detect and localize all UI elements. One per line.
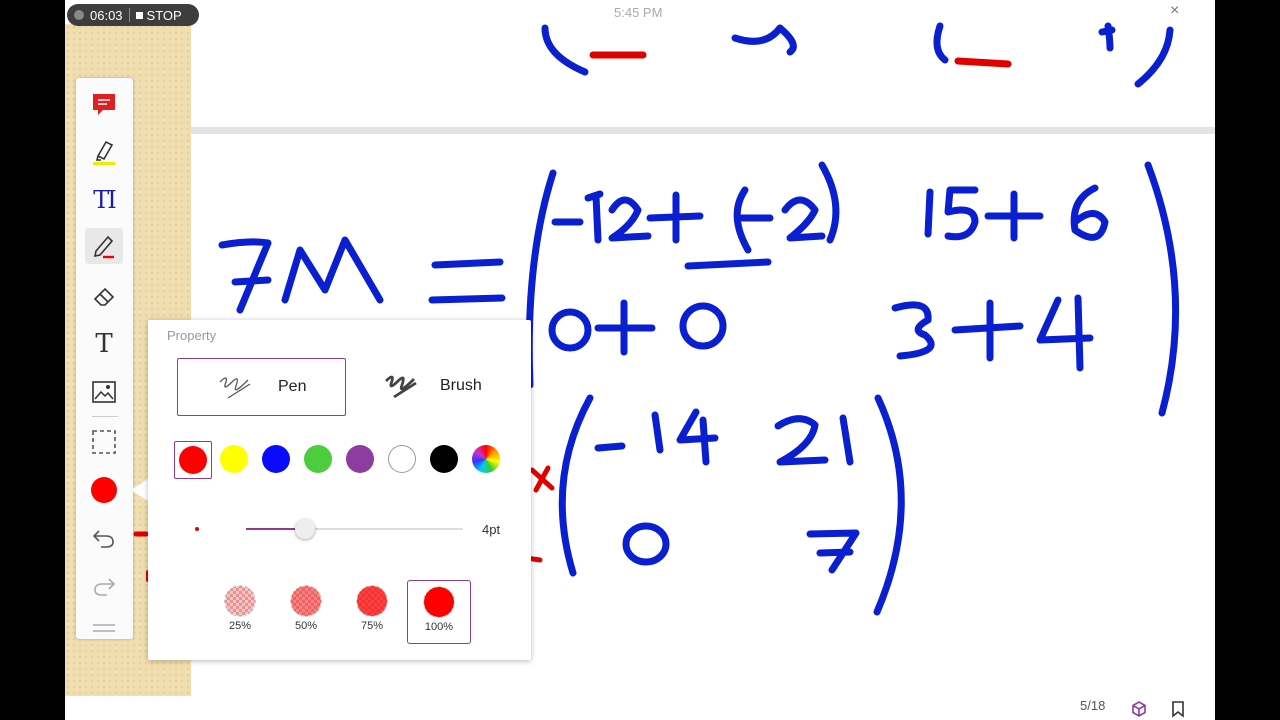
pen-tool[interactable] [85,228,123,264]
more-button[interactable] [85,610,123,646]
page-counter: 5/18 [1080,698,1106,713]
color-swatch-fill [304,445,332,473]
bookmark-icon[interactable] [1170,700,1186,718]
opacity-swatch-fill [291,586,321,616]
color-swatch-fill [388,445,416,473]
panel-title: Property [167,328,217,343]
color-swatch[interactable] [384,441,420,477]
color-swatch[interactable] [216,441,252,477]
opacity-swatch [356,585,388,617]
opacity-option[interactable]: 50% [275,580,337,642]
text-icon: T [95,329,113,359]
tool-sidebar: TI T [76,78,133,639]
stroke-size-label: 4pt [482,522,501,537]
color-swatch-fill [220,445,248,473]
color-icon [91,477,117,503]
opacity-option[interactable]: 25% [209,580,271,642]
color-swatch-fill [346,445,374,473]
text-select-icon: TI [93,186,116,214]
eraser-tool[interactable] [85,278,123,314]
color-swatch-fill [430,445,458,473]
comment-tool[interactable] [85,86,123,122]
color-swatch-fill [262,445,290,473]
highlighter-icon [93,140,115,165]
color-tool[interactable] [85,472,123,508]
opacity-label: 50% [294,620,318,632]
text-select-tool[interactable]: TI [85,182,123,218]
more-icon [93,624,115,632]
panel-pointer [131,478,149,502]
brush-stroke-icon [385,375,417,399]
record-separator [128,8,130,22]
pen-stroke-icon [219,377,251,399]
color-swatch[interactable] [300,441,336,477]
opacity-label: 100% [424,621,454,633]
brush-type-button[interactable]: Brush [344,358,511,414]
pen-type-button[interactable]: Pen [177,358,346,416]
opacity-swatch [423,586,455,618]
color-swatch-fill [472,445,500,473]
redo-icon [94,578,116,596]
opacity-swatch [290,585,322,617]
opacity-swatch-fill [225,586,255,616]
cube-icon[interactable] [1130,700,1148,718]
color-swatch-fill [179,446,207,474]
eraser-icon [93,287,115,306]
pen-icon [93,235,114,259]
undo-icon [92,530,114,548]
stroke-size-thumb[interactable] [294,519,315,539]
opacity-label: 25% [228,620,252,632]
image-icon [92,381,116,403]
record-dot-icon [74,10,84,20]
opacity-option[interactable]: 100% [407,580,471,644]
opacity-swatch-fill [424,587,454,617]
brush-type-label: Brush [440,377,482,394]
color-swatch[interactable] [342,441,378,477]
color-swatch[interactable] [426,441,462,477]
stroke-size-preview [195,527,199,531]
lasso-select-tool[interactable] [85,424,123,460]
stop-button[interactable]: STOP [147,8,182,23]
opacity-label: 75% [360,620,384,632]
color-swatch[interactable] [174,441,212,479]
color-swatch[interactable] [258,441,294,477]
undo-button[interactable] [85,520,123,556]
comment-icon [93,94,115,115]
image-tool[interactable] [85,374,123,410]
text-tool[interactable]: T [85,326,123,362]
toolbar-divider [92,416,118,417]
color-swatch[interactable] [468,441,504,477]
highlighter-tool[interactable] [85,134,123,170]
property-panel: Property Pen Brush 4pt 25% 50% 75% 100% [148,320,531,660]
opacity-swatch [224,585,256,617]
screen-recorder-badge[interactable]: 06:03 STOP [67,4,199,26]
opacity-swatch-fill [357,586,387,616]
pen-type-label: Pen [278,378,307,395]
page-footer: 5/18 [65,696,1215,720]
lasso-select-icon [92,430,116,454]
stroke-size-slider[interactable] [246,528,463,530]
stop-icon [135,11,143,19]
opacity-option[interactable]: 75% [341,580,403,642]
redo-button[interactable] [85,568,123,604]
record-elapsed: 06:03 [90,7,123,23]
